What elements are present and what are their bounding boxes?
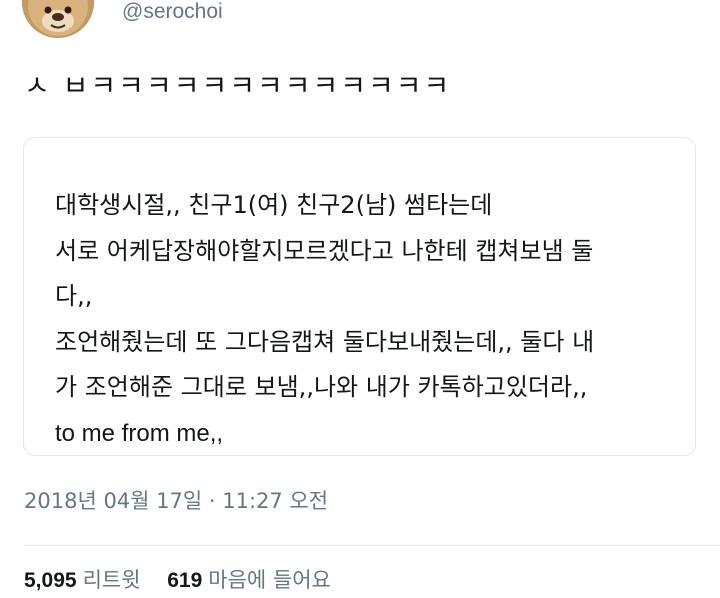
- quoted-card[interactable]: 대학생시절,, 친구1(여) 친구2(남) 썸타는데 서로 어케답장해야할지모르…: [23, 137, 696, 456]
- quoted-card-line: to me from me,,: [55, 419, 224, 447]
- tweet-stats: 5,095 리트윗 619 마음에 들어요: [24, 566, 331, 595]
- quoted-card-line: 조언해줬는데 또 그다음캡쳐 둘다보내줬는데,, 둘다 내: [55, 327, 595, 356]
- tweet-timestamp[interactable]: 2018년 04월 17일 · 11:27 오전: [24, 486, 328, 516]
- like-label: 마음에 들어요: [208, 568, 331, 592]
- quoted-card-line: 가 조언해준 그대로 보냄,,나와 내가 카톡하고있더라,,: [55, 373, 588, 401]
- retweet-label: 리트윗: [82, 568, 141, 592]
- quoted-card-line: 대학생시절,, 친구1(여) 친구2(남) 썸타는데: [55, 191, 493, 219]
- teddy-bear-avatar-icon: [22, 0, 94, 38]
- like-stat[interactable]: 619 마음에 들어요: [167, 566, 331, 595]
- avatar[interactable]: [22, 0, 94, 38]
- tweet-text: ㅅ ㅂㅋㅋㅋㅋㅋㅋㅋㅋㅋㅋㅋㅋㅋ: [24, 69, 452, 102]
- retweet-count: 5,095: [24, 569, 77, 592]
- divider: [24, 545, 720, 546]
- retweet-stat[interactable]: 5,095 리트윗: [24, 566, 141, 595]
- quoted-card-body: 대학생시절,, 친구1(여) 친구2(남) 썸타는데 서로 어케답장해야할지모르…: [55, 183, 685, 456]
- like-count: 619: [167, 569, 203, 592]
- author-handle[interactable]: @serochoi: [122, 0, 223, 24]
- quoted-card-line: 다,,: [55, 282, 93, 310]
- quoted-card-line: 서로 어케답장해야할지모르겠다고 나한테 캡쳐보냄 둘: [55, 236, 594, 265]
